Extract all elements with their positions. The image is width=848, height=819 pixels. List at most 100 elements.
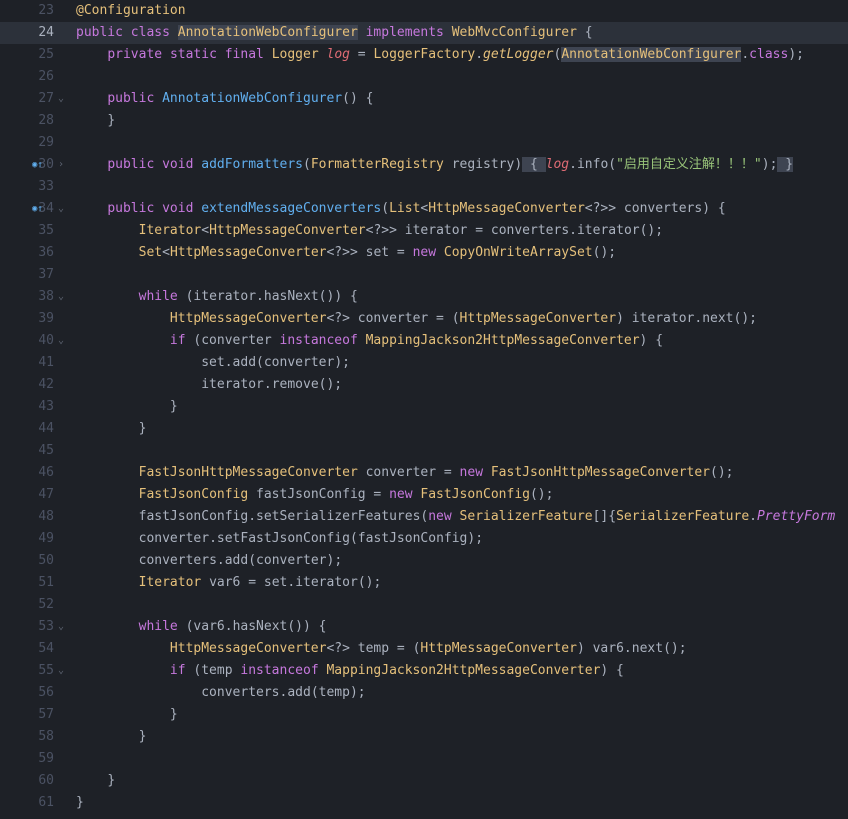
code-line-empty[interactable]: [76, 440, 848, 462]
punct: ): [702, 201, 710, 216]
code-line[interactable]: if (temp instanceof MappingJackson2HttpM…: [76, 660, 848, 682]
line-number: 39: [30, 308, 54, 330]
code-line-empty[interactable]: [76, 176, 848, 198]
code-line[interactable]: }: [76, 704, 848, 726]
punct: ): [514, 157, 522, 172]
line-number: 35: [30, 220, 54, 242]
code-line[interactable]: }: [76, 396, 848, 418]
method-call: getLogger: [483, 47, 553, 62]
line-number: 41: [30, 352, 54, 374]
code-area[interactable]: @Configuration public class AnnotationWe…: [72, 0, 848, 819]
brace: {: [577, 25, 593, 40]
brace: }: [107, 773, 115, 788]
method-decl: addFormatters: [201, 157, 303, 172]
punct: );: [350, 685, 366, 700]
type: HttpMessageConverter: [460, 311, 617, 326]
code-line[interactable]: Set<HttpMessageConverter<?>> set = new C…: [76, 242, 848, 264]
code-line[interactable]: public void extendMessageConverters(List…: [76, 198, 848, 220]
type: FastJsonConfig: [139, 487, 249, 502]
punct: <: [201, 223, 209, 238]
fold-brace[interactable]: {: [522, 157, 545, 172]
line-number: 28: [30, 110, 54, 132]
fold-expanded-icon[interactable]: ⌄: [54, 660, 68, 682]
code-line[interactable]: set.add(converter);: [76, 352, 848, 374]
code-line[interactable]: converters.add(converter);: [76, 550, 848, 572]
punct: (: [381, 201, 389, 216]
gutter-row: 26: [0, 66, 72, 88]
keyword: public: [107, 157, 154, 172]
code-line[interactable]: if (converter instanceof MappingJackson2…: [76, 330, 848, 352]
gutter-row: 61: [0, 792, 72, 814]
fold-expanded-icon[interactable]: ⌄: [54, 330, 68, 352]
fold-brace[interactable]: }: [777, 157, 793, 172]
code-line[interactable]: FastJsonConfig fastJsonConfig = new Fast…: [76, 484, 848, 506]
string: "启用自定义注解！！！": [616, 157, 762, 172]
gutter-row: 23: [0, 0, 72, 22]
punct: (: [178, 619, 194, 634]
gutter-row: 56: [0, 682, 72, 704]
override-icon[interactable]: ◉↑: [32, 198, 43, 220]
code-line[interactable]: Iterator var6 = set.iterator();: [76, 572, 848, 594]
code-line[interactable]: converter.setFastJsonConfig(fastJsonConf…: [76, 528, 848, 550]
code-line[interactable]: fastJsonConfig.setSerializerFeatures(new…: [76, 506, 848, 528]
code-line-empty[interactable]: [76, 264, 848, 286]
code-editor[interactable]: 2324252627⌄2829◉↑30›33◉↑34⌄35363738⌄3940…: [0, 0, 848, 819]
code-line[interactable]: iterator.remove();: [76, 374, 848, 396]
code-line-empty[interactable]: [76, 748, 848, 770]
fold-expanded-icon[interactable]: ⌄: [54, 616, 68, 638]
method-call: setFastJsonConfig: [217, 531, 350, 546]
punct: ();: [530, 487, 553, 502]
punct: ();: [734, 311, 757, 326]
method-call: hasNext: [264, 289, 319, 304]
code-line[interactable]: HttpMessageConverter<?> temp = (HttpMess…: [76, 638, 848, 660]
code-line[interactable]: FastJsonHttpMessageConverter converter =…: [76, 462, 848, 484]
arg: converter: [264, 355, 334, 370]
punct: >: [350, 245, 358, 260]
keyword: instanceof: [272, 333, 366, 348]
code-line[interactable]: public AnnotationWebConfigurer() {: [76, 88, 848, 110]
operator: =: [350, 47, 373, 62]
code-line[interactable]: }: [76, 110, 848, 132]
line-number: 58: [30, 726, 54, 748]
code-line[interactable]: }: [76, 726, 848, 748]
code-line[interactable]: Iterator<HttpMessageConverter<?>> iterat…: [76, 220, 848, 242]
code-line[interactable]: while (iterator.hasNext()) {: [76, 286, 848, 308]
fold-expanded-icon[interactable]: ⌄: [54, 198, 68, 220]
code-line-empty[interactable]: [76, 594, 848, 616]
code-line[interactable]: }: [76, 418, 848, 440]
code-line-current[interactable]: public class AnnotationWebConfigurer imp…: [76, 22, 848, 44]
code-line-empty[interactable]: [76, 66, 848, 88]
code-line[interactable]: while (var6.hasNext()) {: [76, 616, 848, 638]
override-icon[interactable]: ◉↑: [32, 154, 43, 176]
code-line[interactable]: private static final Logger log = Logger…: [76, 44, 848, 66]
code-line[interactable]: public void addFormatters(FormatterRegis…: [76, 154, 848, 176]
enum: SerializerFeature: [616, 509, 749, 524]
variable: set: [358, 245, 389, 260]
punct: );: [467, 531, 483, 546]
arg: temp: [319, 685, 350, 700]
keyword: new: [460, 465, 483, 480]
type: MappingJackson2HttpMessageConverter: [366, 333, 640, 348]
fold-expanded-icon[interactable]: ⌄: [54, 286, 68, 308]
line-number: 50: [30, 550, 54, 572]
method-call: hasNext: [233, 619, 288, 634]
fold-collapsed-icon[interactable]: ›: [54, 154, 68, 176]
brace: }: [139, 421, 147, 436]
punct: ()): [287, 619, 310, 634]
method-call: iterator: [577, 223, 640, 238]
code-line-empty[interactable]: [76, 132, 848, 154]
type: HttpMessageConverter: [420, 641, 577, 656]
var-ref: converters: [139, 553, 217, 568]
line-number: 24: [30, 22, 54, 44]
arg: converter: [256, 553, 326, 568]
fold-expanded-icon[interactable]: ⌄: [54, 88, 68, 110]
code-line[interactable]: }: [76, 770, 848, 792]
code-line[interactable]: }: [76, 792, 848, 814]
annotation: @Configuration: [76, 3, 186, 18]
punct: ();: [358, 575, 381, 590]
punct: .: [225, 355, 233, 370]
code-line[interactable]: @Configuration: [76, 0, 848, 22]
punct: <?>: [326, 641, 349, 656]
code-line[interactable]: HttpMessageConverter<?> converter = (Htt…: [76, 308, 848, 330]
code-line[interactable]: converters.add(temp);: [76, 682, 848, 704]
